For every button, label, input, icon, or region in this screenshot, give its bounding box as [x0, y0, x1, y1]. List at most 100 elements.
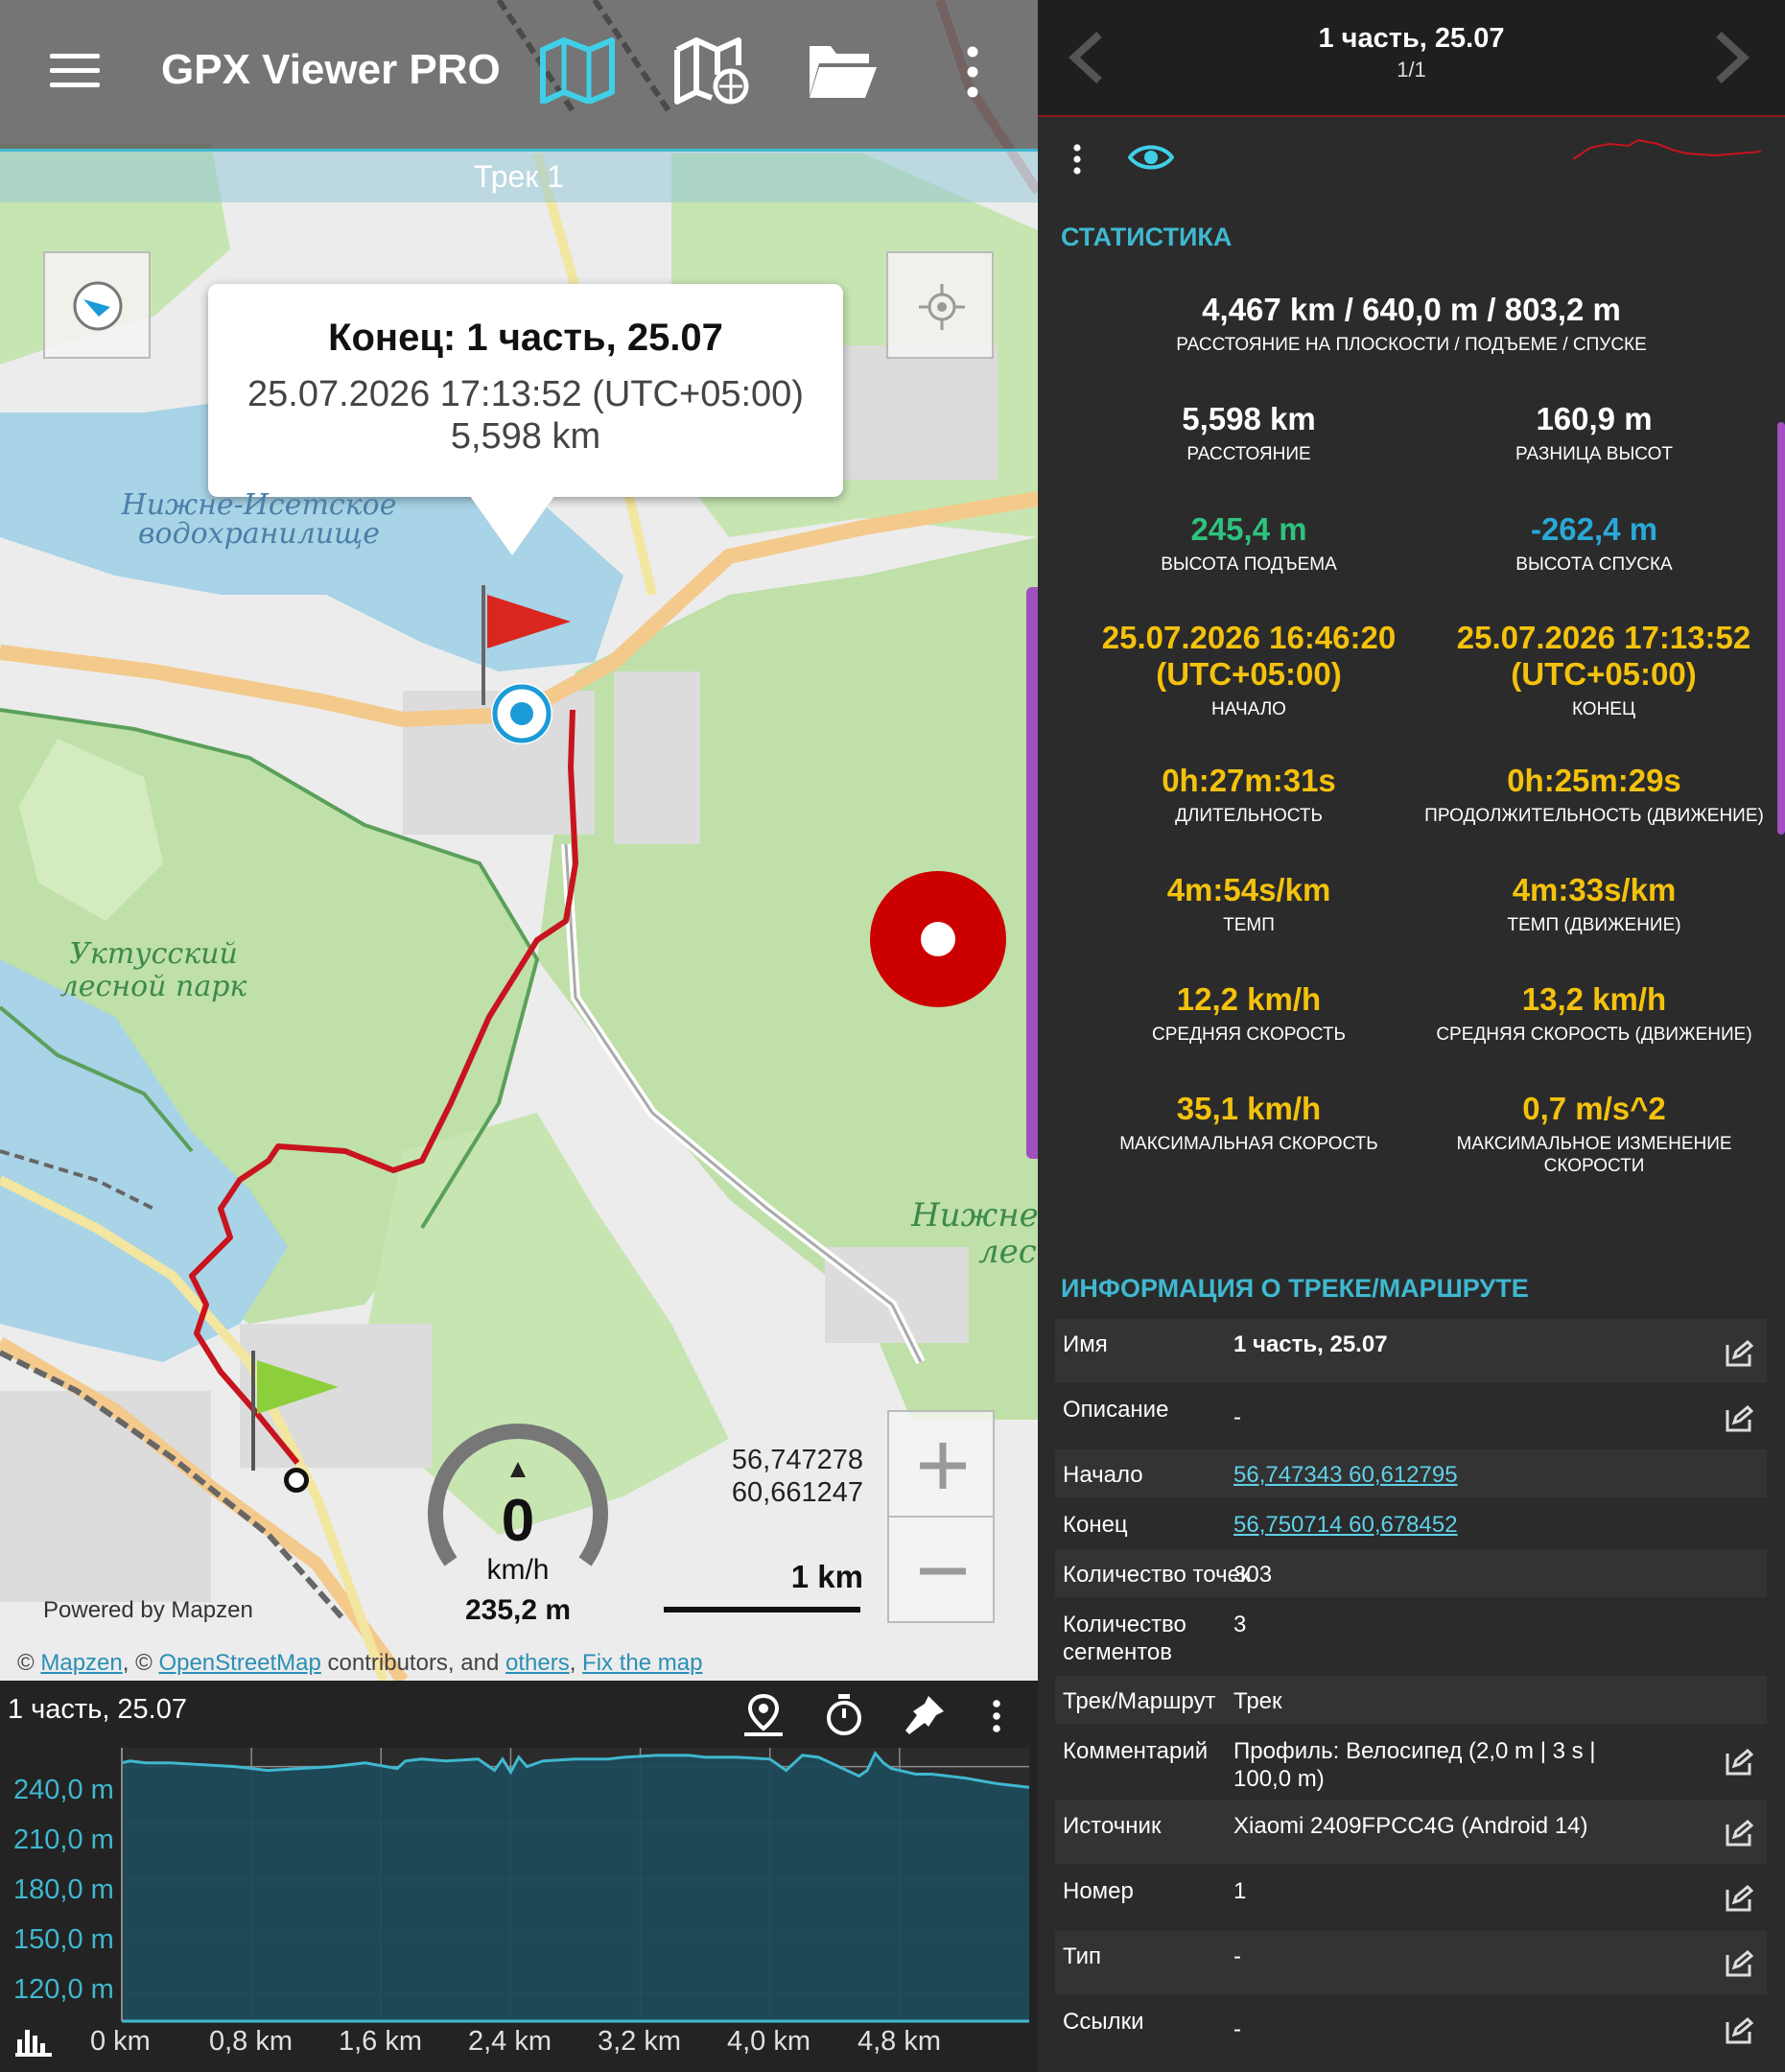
folder-icon[interactable] [806, 36, 879, 106]
popup-time: 25.07.2026 17:13:52 (UTC+05:00) [247, 374, 804, 414]
info-row-type-track: Трек/Маршрут Трек [1055, 1676, 1767, 1724]
zoom-out-button[interactable] [887, 1516, 995, 1623]
details-title: 1 часть, 25.07 [1318, 23, 1505, 54]
details-header: 1 часть, 25.07 1/1 [1038, 0, 1785, 117]
link-mapzen[interactable]: Mapzen [40, 1650, 122, 1676]
marker-popup[interactable]: Конец: 1 часть, 25.07 25.07.2026 17:13:5… [208, 284, 843, 497]
more-vert-icon[interactable] [967, 46, 978, 103]
link-others[interactable]: others [505, 1650, 570, 1676]
compass-icon [72, 280, 124, 337]
popup-pointer [470, 496, 554, 555]
chevron-right-icon[interactable] [1713, 31, 1751, 89]
stat-item: 25.07.2026 16:46:20 (UTC+05:00) НАЧАЛО [1101, 620, 1397, 719]
info-row-source: Источник Xiaomi 2409FPCC4G (Android 14) [1055, 1801, 1767, 1864]
map-label-park: Уктусский лесной парк [59, 937, 247, 1003]
elevation-chart[interactable] [0, 1681, 1038, 2072]
locate-button[interactable] [886, 251, 994, 359]
x-tick-label: 0 km [90, 2026, 151, 2057]
stat-item: 5,598 km РАССТОЯНИЕ [1182, 401, 1316, 464]
menu-icon[interactable] [50, 54, 100, 88]
edit-icon[interactable] [1725, 1339, 1754, 1374]
edit-icon[interactable] [1725, 1748, 1754, 1782]
tab-track[interactable]: Трек 1 [0, 149, 1038, 202]
details-panel: 1 часть, 25.07 1/1 СТАТИСТИКА 4,467 km /… [1026, 0, 1785, 2072]
scale-label: 1 km [790, 1559, 863, 1594]
stat-item: 0,7 m/s^2 МАКСИМАЛЬНОЕ ИЗМЕНЕНИЕ СКОРОСТИ [1456, 1091, 1732, 1176]
stat-item: 0h:27m:31s ДЛИТЕЛЬНОСТЬ [1162, 763, 1336, 826]
x-tick-label: 3,2 km [598, 2026, 682, 2057]
edit-icon[interactable] [1725, 1949, 1754, 1984]
scroll-indicator [1777, 422, 1785, 835]
location-dot-icon [487, 679, 556, 753]
y-tick-label: 210,0 m [13, 1825, 114, 1855]
green-flag-icon [247, 1351, 343, 1480]
stat-item: 25.07.2026 17:13:52 (UTC+05:00) КОНЕЦ [1456, 620, 1751, 719]
app-bar: GPX Viewer PRO [0, 0, 1038, 149]
speed-value: 0 [501, 1488, 535, 1554]
track-start-point [284, 1468, 309, 1493]
scroll-indicator [1026, 587, 1038, 1159]
stat-item: 4m:33s/km ТЕМП (ДВИЖЕНИЕ) [1507, 872, 1681, 935]
stat-item: 12,2 km/h СРЕДНЯЯ СКОРОСТЬ [1152, 981, 1346, 1045]
x-tick-label: 2,4 km [468, 2026, 552, 2057]
record-button-icon[interactable] [870, 871, 1006, 1007]
map-label-reservoir: Нижне-Исетское водохранилище [121, 488, 397, 551]
map-icon[interactable] [539, 36, 616, 108]
info-row-links: Ссылки - [1055, 1996, 1767, 2060]
link-fix-map[interactable]: Fix the map [582, 1650, 702, 1676]
y-tick-label: 150,0 m [13, 1924, 114, 1955]
x-tick-label: 0,8 km [209, 2026, 294, 2057]
stat-item: 13,2 km/h СРЕДНЯЯ СКОРОСТЬ (ДВИЖЕНИЕ) [1436, 981, 1752, 1045]
map-panel: GPX Viewer PRO Трек 1 Конец: 1 часть, 25… [0, 0, 1038, 2072]
info-heading: ИНФОРМАЦИЯ О ТРЕКЕ/МАРШРУТЕ [1061, 1274, 1529, 1303]
y-tick-label: 180,0 m [13, 1874, 114, 1905]
edit-icon[interactable] [1725, 1819, 1754, 1853]
link-openstreetmap[interactable]: OpenStreetMap [158, 1650, 320, 1676]
info-row-end: Конец 56,750714 60,678452 [1055, 1499, 1767, 1547]
app-title: GPX Viewer PRO [161, 46, 501, 93]
stats-heading: СТАТИСТИКА [1061, 223, 1233, 251]
zoom-out-icon [916, 1544, 970, 1603]
more-vert-icon[interactable] [1072, 144, 1082, 179]
details-subtitle: 1/1 [1397, 58, 1426, 82]
map-label-forest: Нижне лес [911, 1196, 1038, 1271]
stat-item: 0h:25m:29s ПРОДОЛЖИТЕЛЬНОСТЬ (ДВИЖЕНИЕ) [1424, 763, 1764, 826]
stat-item: 160,9 m РАЗНИЦА ВЫСОТ [1515, 401, 1673, 464]
popup-distance: 5,598 km [450, 416, 601, 457]
info-row-name: Имя 1 часть, 25.07 [1055, 1319, 1767, 1382]
zoom-in-icon [916, 1439, 970, 1497]
edit-icon[interactable] [1725, 1404, 1754, 1439]
map-globe-icon[interactable] [673, 36, 752, 110]
speed-altitude: 235,2 m [464, 1594, 572, 1626]
y-tick-label: 120,0 m [13, 1974, 114, 2005]
cursor-coordinates: 56,747278 60,661247 [731, 1445, 863, 1508]
powered-by: Powered by Mapzen [43, 1597, 253, 1623]
start-coordinates-link[interactable]: 56,747343 60,612795 [1233, 1461, 1617, 1489]
track-elevation-thumbnail [1571, 130, 1763, 174]
y-tick-label: 240,0 m [13, 1775, 114, 1805]
end-coordinates-link[interactable]: 56,750714 60,678452 [1233, 1511, 1617, 1539]
locate-icon [917, 282, 967, 337]
info-row-segments: Количество сегментов 3 [1063, 1612, 1247, 1665]
stat-item: 4m:54s/km ТЕМП [1166, 872, 1331, 935]
x-tick-label: 4,0 km [727, 2026, 811, 2057]
map-attribution: © Mapzen, © OpenStreetMap contributors, … [17, 1650, 703, 1676]
scale-bar [664, 1607, 860, 1613]
info-row-points: Количество точек 303 [1055, 1549, 1767, 1597]
stat-item: 35,1 km/h МАКСИМАЛЬНАЯ СКОРОСТЬ [1119, 1091, 1378, 1154]
info-row-description: Описание - [1055, 1384, 1767, 1448]
edit-icon[interactable] [1725, 1884, 1754, 1919]
info-row-number: Номер 1 [1055, 1866, 1767, 1929]
eye-icon[interactable] [1127, 142, 1175, 177]
info-row-comment: Комментарий Профиль: Велосипед (2,0 m | … [1055, 1726, 1767, 1799]
zoom-in-button[interactable] [887, 1410, 995, 1518]
elevation-area [122, 1753, 1029, 2021]
speed-unit: km/h [486, 1554, 550, 1586]
info-row-start: Начало 56,747343 60,612795 [1055, 1449, 1767, 1497]
compass-button[interactable] [43, 251, 151, 359]
x-tick-label: 4,8 km [857, 2026, 942, 2057]
chart-bars-icon[interactable] [13, 2024, 54, 2061]
stat-item: -262,4 m ВЫСОТА СПУСКА [1515, 511, 1673, 575]
x-tick-label: 1,6 km [339, 2026, 423, 2057]
edit-icon[interactable] [1725, 2016, 1754, 2051]
